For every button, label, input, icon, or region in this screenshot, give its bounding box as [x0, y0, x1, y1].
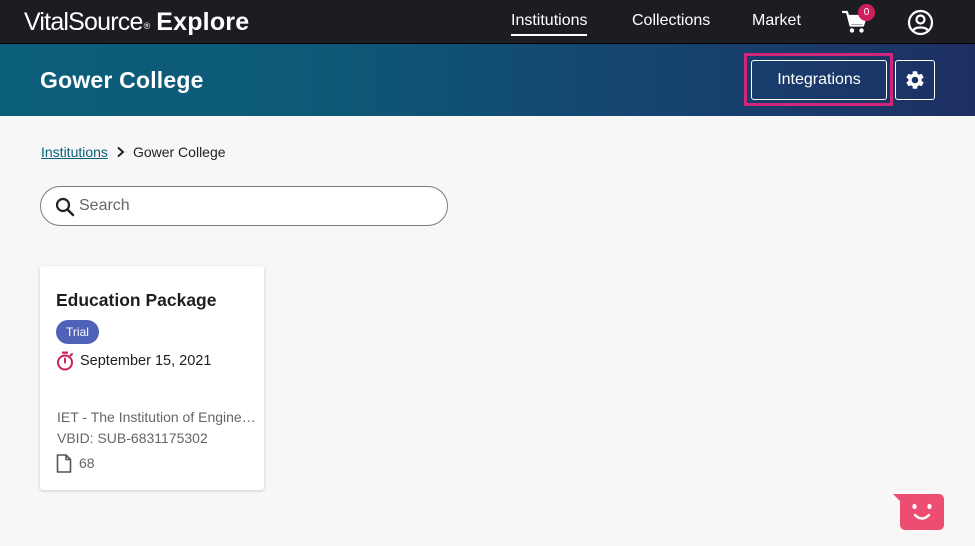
expiry-date-row: September 15, 2021 — [56, 351, 211, 371]
brand-logo[interactable]: VitalSource® Explore — [24, 6, 249, 38]
nav-collections[interactable]: Collections — [632, 11, 710, 31]
status-badge: Trial — [56, 320, 99, 344]
breadcrumb-current: Gower College — [132, 144, 226, 160]
package-card[interactable]: Education Package Trial September 15, 20… — [40, 266, 264, 490]
brand-registered-mark: ® — [143, 21, 151, 31]
title-count: 68 — [79, 455, 95, 471]
integrations-button[interactable]: Integrations — [751, 60, 887, 100]
nav-institutions[interactable]: Institutions — [511, 11, 588, 36]
timer-icon — [57, 351, 73, 371]
gear-icon — [906, 71, 924, 89]
user-account-icon[interactable] — [907, 9, 934, 36]
package-title: Education Package — [56, 290, 217, 310]
search-box[interactable] — [40, 186, 448, 226]
settings-button[interactable] — [895, 60, 935, 100]
chat-widget-icon[interactable] — [893, 493, 945, 531]
nav-market[interactable]: Market — [752, 11, 801, 31]
brand-name: VitalSource — [24, 8, 143, 36]
top-nav-bar: VitalSource® Explore Institutions Collect… — [0, 0, 975, 44]
breadcrumb: Institutions Gower College — [41, 142, 226, 162]
search-icon — [55, 197, 75, 217]
cart-count-badge: 0 — [858, 4, 875, 21]
page-title: Gower College — [40, 67, 204, 93]
expiry-date: September 15, 2021 — [80, 353, 212, 369]
document-icon — [56, 453, 72, 473]
title-count-row: 68 — [56, 453, 95, 473]
vbid-label: VBID: SUB-6831175302 — [57, 430, 208, 446]
brand-product: Explore — [156, 8, 250, 36]
publisher-name: IET - The Institution of Engineering and… — [57, 409, 262, 425]
breadcrumb-institutions-link[interactable]: Institutions — [41, 142, 108, 162]
search-input[interactable] — [79, 188, 439, 224]
chevron-right-icon — [116, 146, 125, 158]
